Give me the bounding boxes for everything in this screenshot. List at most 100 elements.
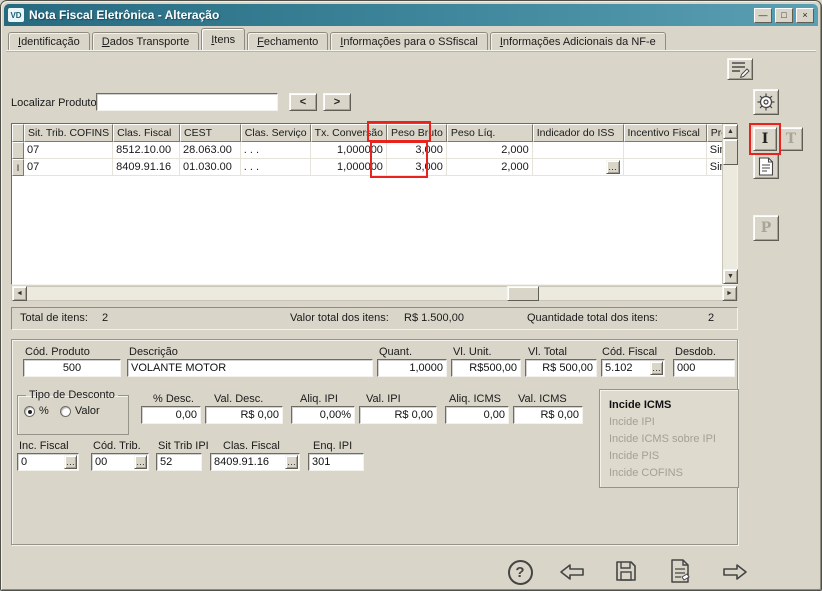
prev-item-button[interactable]: <	[289, 93, 317, 111]
grid-column-header[interactable]: CEST	[180, 124, 241, 142]
quant-input[interactable]	[377, 359, 447, 377]
desdob-label: Desdob.	[675, 346, 716, 358]
aliq-icms-input[interactable]	[445, 406, 509, 424]
grid-cell[interactable]: …	[533, 159, 624, 176]
aliq-icms-label: Aliq. ICMS	[449, 393, 501, 405]
grid-column-header[interactable]: Clas. Serviço	[241, 124, 311, 142]
val-desc-input[interactable]	[205, 406, 283, 424]
cod-produto-input[interactable]	[23, 359, 121, 377]
val-icms-input[interactable]	[513, 406, 583, 424]
document-preview-button[interactable]	[753, 153, 779, 179]
next-button[interactable]	[720, 559, 750, 585]
cod-fiscal-combo[interactable]: …	[601, 359, 665, 377]
scroll-right-icon[interactable]: ►	[722, 286, 737, 301]
clas-fiscal-label: Clas. Fiscal	[223, 440, 280, 452]
highlight-i-button	[749, 123, 781, 155]
minimize-button[interactable]: —	[754, 8, 772, 23]
grid-cell[interactable]: . . .	[241, 159, 311, 176]
radio-valor[interactable]: Valor	[60, 405, 100, 417]
total-value-label: Valor total dos itens:	[290, 312, 389, 324]
grid-indicator-header[interactable]	[12, 124, 24, 142]
vl-total-input[interactable]	[525, 359, 597, 377]
grid-cell[interactable]: . . .	[241, 142, 311, 159]
grid-cell[interactable]: 8409.91.16	[113, 159, 180, 176]
clas-fiscal-lookup-button[interactable]: …	[285, 455, 298, 469]
enq-ipi-input[interactable]	[308, 453, 364, 471]
save-icon	[613, 558, 639, 584]
clas-fiscal-combo[interactable]: …	[210, 453, 300, 471]
perc-desc-input[interactable]	[141, 406, 201, 424]
vl-unit-input[interactable]	[451, 359, 521, 377]
grid-cell[interactable]: 2,000	[447, 142, 533, 159]
grid-cell[interactable]: 8512.10.00	[113, 142, 180, 159]
cod-fiscal-lookup-button[interactable]: …	[650, 361, 663, 375]
grid-cell[interactable]: 01.030.00	[180, 159, 241, 176]
maximize-button[interactable]: □	[775, 8, 793, 23]
cod-fiscal-label: Cód. Fiscal	[602, 346, 657, 358]
vertical-scroll-thumb[interactable]	[723, 139, 738, 165]
radio-percent-label: %	[39, 405, 49, 417]
save-button[interactable]	[612, 557, 640, 585]
cod-trib-lookup-button[interactable]: …	[134, 455, 147, 469]
scroll-up-icon[interactable]: ▲	[723, 124, 738, 139]
grid-column-header[interactable]: Peso Líq.	[447, 124, 533, 142]
search-label: Localizar Produto	[11, 97, 97, 109]
horizontal-scrollbar[interactable]: ◄ ►	[11, 286, 738, 301]
print-document-button[interactable]	[666, 557, 694, 585]
memo-button[interactable]	[727, 58, 753, 80]
inc-fiscal-lookup-button[interactable]: …	[64, 455, 77, 469]
grid-column-header[interactable]: Incentivo Fiscal	[624, 124, 707, 142]
grid-cell[interactable]	[624, 159, 707, 176]
descricao-input[interactable]	[127, 359, 373, 377]
grid-cell[interactable]	[533, 142, 624, 159]
document-icon	[758, 157, 774, 176]
grid-cell[interactable]: 07	[24, 142, 113, 159]
tab-informa-es-para-o-ssfiscal[interactable]: Informações para o SSfiscal	[330, 32, 488, 51]
radio-valor-dot[interactable]	[60, 406, 71, 417]
close-button[interactable]: ×	[796, 8, 814, 23]
scroll-left-icon[interactable]: ◄	[12, 286, 27, 301]
grid-column-header[interactable]: Sit. Trib. COFINS	[24, 124, 113, 142]
cod-trib-combo[interactable]: …	[91, 453, 149, 471]
incide-item: Incide COFINS	[609, 465, 729, 482]
total-qty-label: Quantidade total dos itens:	[527, 312, 658, 324]
help-button[interactable]: ?	[506, 558, 534, 586]
grid-cell[interactable]: 28.063.00	[180, 142, 241, 159]
total-value-value: R$ 1.500,00	[404, 312, 464, 324]
tab-identifica-o[interactable]: Identificação	[8, 32, 90, 51]
grid-cell[interactable]: 2,000	[447, 159, 533, 176]
radio-valor-label: Valor	[75, 405, 100, 417]
val-ipi-input[interactable]	[359, 406, 437, 424]
horizontal-scroll-thumb[interactable]	[507, 286, 539, 301]
scroll-down-icon[interactable]: ▼	[723, 269, 738, 284]
radio-percent[interactable]: %	[24, 405, 49, 417]
tab-informa-es-adicionais-da-nf-e[interactable]: Informações Adicionais da NF-e	[490, 32, 666, 51]
tab-dados-transporte[interactable]: Dados Transporte	[92, 32, 199, 51]
tab-itens[interactable]: Itens	[201, 28, 245, 51]
search-input[interactable]	[96, 93, 278, 111]
app-icon: VD	[8, 8, 24, 22]
val-desc-label: Val. Desc.	[214, 393, 263, 405]
grid-column-header[interactable]: Indicador do ISS	[533, 124, 624, 142]
incide-box: Incide ICMSIncide IPIIncide ICMS sobre I…	[599, 389, 739, 488]
radio-percent-dot[interactable]	[24, 406, 35, 417]
grid-column-header[interactable]: Clas. Fiscal	[113, 124, 180, 142]
cod-trib-label: Cód. Trib.	[93, 440, 141, 452]
arrow-right-icon	[721, 560, 749, 584]
tipo-desconto-group: Tipo de Desconto % Valor	[17, 389, 129, 435]
inc-fiscal-combo[interactable]: …	[17, 453, 79, 471]
previous-button[interactable]	[557, 559, 587, 585]
highlight-peso-bruto-header	[367, 121, 431, 142]
sit-trib-ipi-input[interactable]	[156, 453, 202, 471]
aliq-ipi-input[interactable]	[291, 406, 355, 424]
title-bar[interactable]: VD Nota Fiscal Eletrônica - Alteração — …	[4, 4, 818, 26]
settings-button[interactable]	[753, 89, 779, 115]
tab-fechamento[interactable]: Fechamento	[247, 32, 328, 51]
tab-baseline	[6, 50, 816, 52]
cell-ellipsis-button[interactable]: …	[606, 160, 620, 174]
next-item-button[interactable]: >	[323, 93, 351, 111]
grid-cell[interactable]	[624, 142, 707, 159]
desdob-input[interactable]	[673, 359, 735, 377]
vertical-scrollbar[interactable]: ▲ ▼	[722, 124, 737, 284]
grid-cell[interactable]: 07	[24, 159, 113, 176]
